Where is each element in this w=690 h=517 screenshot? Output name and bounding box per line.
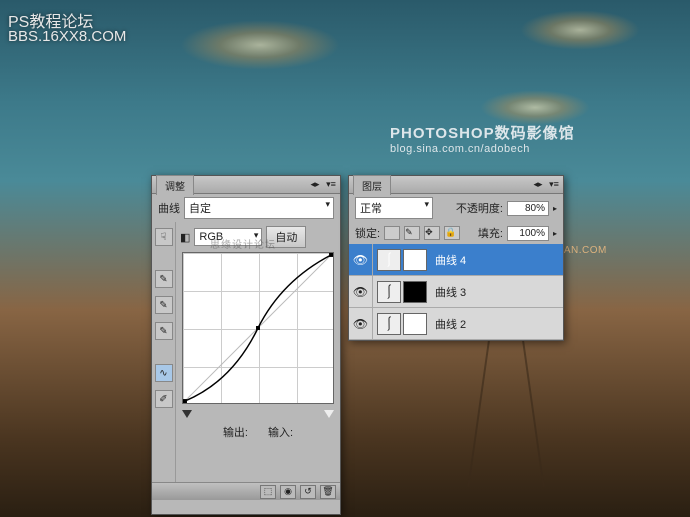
adjustments-footer: ⬚ ◉ ↺ 🗑	[152, 482, 340, 500]
visibility-toggle-icon[interactable]: 👁	[349, 244, 373, 275]
curve-point-tool-icon[interactable]: ∿	[155, 364, 173, 382]
adjustments-panel: 调整 ◂▸ ▾≡ 曲线 自定 ☟ ✎ ✎ ✎ ∿ ✐ ◧ RGB 自动	[151, 175, 341, 515]
cloud-decor	[480, 90, 590, 125]
fill-label: 填充:	[478, 225, 503, 241]
visibility-toggle-icon[interactable]: 👁	[349, 308, 373, 339]
curve-pencil-tool-icon[interactable]: ✐	[155, 390, 173, 408]
tab-layers[interactable]: 图层	[353, 175, 391, 195]
cloud-decor	[520, 10, 640, 50]
adjustments-tabs: 调整 ◂▸ ▾≡	[152, 176, 340, 194]
curves-preset-row: 曲线 自定	[152, 194, 340, 222]
curves-graph[interactable]	[182, 252, 334, 404]
adjustment-thumb-icon[interactable]: ⎰	[377, 281, 401, 303]
eyedropper-black-icon[interactable]: ✎	[155, 270, 173, 288]
collapse-icon[interactable]: ◂▸	[531, 178, 545, 192]
fill-dropdown-icon[interactable]: ▸	[553, 229, 557, 238]
layers-tabs: 图层 ◂▸ ▾≡	[349, 176, 563, 194]
lock-transparency-icon[interactable]	[384, 226, 400, 240]
black-point-handle[interactable]	[182, 410, 192, 418]
input-range-slider[interactable]	[180, 408, 336, 420]
site-watermark-2: BBS.16XX8.COM	[8, 28, 126, 45]
curve-line	[183, 253, 333, 403]
opacity-dropdown-icon[interactable]: ▸	[553, 204, 557, 213]
input-label: 输入:	[268, 424, 293, 440]
layer-item[interactable]: 👁 ⎰ 曲线 2	[349, 308, 563, 340]
lock-position-icon[interactable]: ✥	[424, 226, 440, 240]
tab-adjustments[interactable]: 调整	[156, 175, 194, 195]
center-logo: PHOTOSHOP数码影像馆 blog.sina.com.cn/adobech	[390, 122, 575, 155]
fill-field[interactable]: 100%	[507, 226, 549, 241]
layer-item[interactable]: 👁 ⎰ 曲线 3	[349, 276, 563, 308]
layer-mask-thumb[interactable]	[403, 281, 427, 303]
cloud-decor	[180, 20, 340, 70]
white-point-handle[interactable]	[324, 410, 334, 418]
curves-toolbar: ☟ ✎ ✎ ✎ ∿ ✐	[152, 222, 176, 482]
preset-select[interactable]: 自定	[184, 197, 334, 219]
layer-mask-thumb[interactable]	[403, 249, 427, 271]
auto-button[interactable]: 自动	[266, 226, 306, 248]
panel-menu-icon[interactable]: ▾≡	[324, 178, 338, 192]
on-image-tool-icon[interactable]: ☟	[155, 228, 173, 246]
reset-icon[interactable]: ↺	[300, 485, 316, 499]
collapse-icon[interactable]: ◂▸	[308, 178, 322, 192]
eyedropper-white-icon[interactable]: ✎	[155, 322, 173, 340]
eyedropper-gray-icon[interactable]: ✎	[155, 296, 173, 314]
delete-adjustment-icon[interactable]: 🗑	[320, 485, 336, 499]
output-label: 输出:	[223, 424, 248, 440]
opacity-label: 不透明度:	[456, 200, 503, 216]
histogram-toggle-icon[interactable]: ◧	[180, 231, 190, 244]
visibility-toggle-icon[interactable]: 👁	[349, 276, 373, 307]
adjustment-thumb-icon[interactable]: ⎰	[377, 249, 401, 271]
layers-panel: 图层 ◂▸ ▾≡ 正常 不透明度: 80% ▸ 锁定: ✎ ✥ 🔒 填充: 10…	[348, 175, 564, 341]
lock-label: 锁定:	[355, 225, 380, 241]
panel-menu-icon[interactable]: ▾≡	[547, 178, 561, 192]
layer-list: 👁 ⎰ 曲线 4 👁 ⎰ 曲线 3 👁 ⎰ 曲线 2	[349, 244, 563, 340]
layer-item[interactable]: 👁 ⎰ 曲线 4	[349, 244, 563, 276]
adjustment-thumb-icon[interactable]: ⎰	[377, 313, 401, 335]
layer-name[interactable]: 曲线 4	[435, 252, 466, 268]
curves-type-label: 曲线	[158, 200, 180, 216]
blend-mode-select[interactable]: 正常	[355, 197, 433, 219]
layer-mask-thumb[interactable]	[403, 313, 427, 335]
view-previous-icon[interactable]: ◉	[280, 485, 296, 499]
layer-name[interactable]: 曲线 2	[435, 316, 466, 332]
opacity-field[interactable]: 80%	[507, 201, 549, 216]
lock-pixels-icon[interactable]: ✎	[404, 226, 420, 240]
lock-all-icon[interactable]: 🔒	[444, 226, 460, 240]
layer-name[interactable]: 曲线 3	[435, 284, 466, 300]
clip-to-layer-icon[interactable]: ⬚	[260, 485, 276, 499]
channel-select[interactable]: RGB	[194, 228, 262, 246]
